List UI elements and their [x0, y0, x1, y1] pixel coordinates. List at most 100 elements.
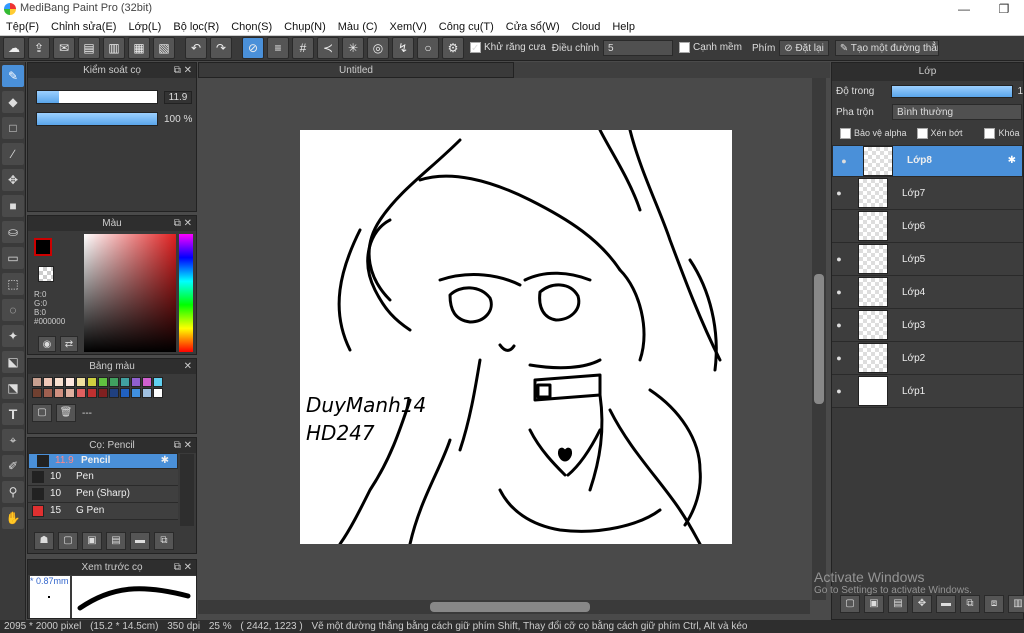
- visibility-icon[interactable]: ●: [832, 320, 846, 330]
- palette-swatch[interactable]: [76, 388, 86, 398]
- new-layer-icon[interactable]: ▢: [840, 595, 860, 613]
- comment-icon[interactable]: ▤: [78, 37, 100, 59]
- menu-view[interactable]: Xem(V): [383, 18, 432, 36]
- trash-icon[interactable]: 🗑: [56, 404, 76, 422]
- add-brush-icon[interactable]: ▣: [82, 532, 102, 550]
- color-wheel-icon[interactable]: ◉: [38, 336, 56, 352]
- palette-swatch[interactable]: [76, 377, 86, 387]
- vertical-scroll-thumb[interactable]: [814, 274, 824, 404]
- grid-list-icon[interactable]: ▦: [128, 37, 150, 59]
- brush-opacity-slider[interactable]: [36, 112, 158, 126]
- lasso-tool-icon[interactable]: ◌: [2, 299, 24, 321]
- color-swap-icon[interactable]: ⇄: [60, 336, 78, 352]
- palette-swatch[interactable]: [109, 377, 119, 387]
- operation-tool-icon[interactable]: ⌖: [2, 429, 24, 451]
- folder-icon[interactable]: ▬: [130, 532, 150, 550]
- brush-tool-icon[interactable]: ✎: [2, 65, 24, 87]
- layer-trash-icon[interactable]: ▥: [1008, 595, 1024, 613]
- cloud-icon[interactable]: ☁: [3, 37, 25, 59]
- rectangle-tool-icon[interactable]: □: [2, 117, 24, 139]
- palette-swatch[interactable]: [131, 388, 141, 398]
- menu-snap[interactable]: Chụp(N): [278, 18, 332, 36]
- panel-close-icon[interactable]: ⧉ ✕: [174, 560, 192, 575]
- menu-window[interactable]: Cửa sổ(W): [500, 18, 566, 36]
- menu-cloud[interactable]: Cloud: [566, 18, 607, 36]
- layer-row[interactable]: ● Lớp8 ✱: [832, 145, 1023, 178]
- select-pen-tool-icon[interactable]: ⬕: [2, 351, 24, 373]
- layer-row[interactable]: ● Lớp1: [832, 375, 1023, 409]
- palette-swatch[interactable]: [120, 388, 130, 398]
- brush-size-slider[interactable]: [36, 90, 158, 104]
- upload-icon[interactable]: ⇪: [28, 37, 50, 59]
- menu-help[interactable]: Help: [606, 18, 641, 36]
- text-tool-icon[interactable]: T: [2, 403, 24, 425]
- reset-button[interactable]: ⊘ Đặt lại: [779, 40, 829, 56]
- palette-swatch[interactable]: [32, 377, 42, 387]
- layer-row[interactable]: Lớp6: [832, 210, 1023, 244]
- antialias-checkbox[interactable]: ✓ Khử răng cưa: [470, 42, 546, 54]
- brush-list-scrollbar[interactable]: [180, 454, 194, 526]
- visibility-icon[interactable]: ●: [832, 386, 846, 396]
- secondary-color-swatch[interactable]: [38, 266, 54, 282]
- layer-row[interactable]: ● Lớp7: [832, 177, 1023, 211]
- visibility-icon[interactable]: ●: [832, 254, 846, 264]
- palette-swatch[interactable]: [32, 388, 42, 398]
- fill-shape-tool-icon[interactable]: ■: [2, 195, 24, 217]
- brush-item-g-pen[interactable]: 15 G Pen: [28, 503, 178, 520]
- eraser-tool-icon[interactable]: ◆: [2, 91, 24, 113]
- select-tool-icon[interactable]: ⬚: [2, 273, 24, 295]
- duplicate-layer-icon[interactable]: ⧈: [984, 595, 1004, 613]
- palette-swatch[interactable]: [142, 377, 152, 387]
- new-brush-icon[interactable]: ▢: [58, 532, 78, 550]
- merge-layer-icon[interactable]: ⧉: [960, 595, 980, 613]
- menu-layer[interactable]: Lớp(L): [122, 18, 167, 36]
- select-eraser-tool-icon[interactable]: ⬔: [2, 377, 24, 399]
- palette-swatch[interactable]: [65, 388, 75, 398]
- hand-tool-icon[interactable]: ✋: [2, 507, 24, 529]
- layer-row[interactable]: ● Lớp4: [832, 276, 1023, 310]
- brush-item-pen-sharp[interactable]: 10 Pen (Sharp): [28, 486, 178, 503]
- panel-close-icon[interactable]: ⧉ ✕: [174, 438, 192, 453]
- vertical-scrollbar[interactable]: [812, 78, 826, 600]
- palette-swatch[interactable]: [153, 377, 163, 387]
- palette-swatch[interactable]: [98, 377, 108, 387]
- palette-swatch[interactable]: [54, 388, 64, 398]
- curve-snap-icon[interactable]: ↯: [392, 37, 414, 59]
- palette-swatch[interactable]: [54, 377, 64, 387]
- undo-icon[interactable]: ↶: [185, 37, 207, 59]
- menu-edit[interactable]: Chỉnh sửa(E): [45, 18, 122, 36]
- snap-settings-icon[interactable]: ⚙: [442, 37, 464, 59]
- protect-alpha-checkbox[interactable]: Bảo vệ alpha: [840, 128, 907, 140]
- new-palette-icon[interactable]: ▢: [32, 404, 52, 422]
- palette-swatch[interactable]: [109, 388, 119, 398]
- copy-layer-icon[interactable]: ▣: [864, 595, 884, 613]
- line-button[interactable]: ✎ Tạo một đường thẳng: [834, 40, 939, 56]
- circle-snap-icon[interactable]: ◎: [367, 37, 389, 59]
- palette-swatch[interactable]: [142, 388, 152, 398]
- menu-color[interactable]: Màu (C): [332, 18, 384, 36]
- perspective-snap-icon[interactable]: ≺: [317, 37, 339, 59]
- brush-copy-icon[interactable]: ▤: [106, 532, 126, 550]
- brush-item-pencil[interactable]: 11.9 Pencil ✱: [28, 453, 178, 469]
- document-icon[interactable]: ▥: [103, 37, 125, 59]
- menu-select[interactable]: Chọn(S): [225, 18, 278, 36]
- panel-close-icon[interactable]: ✕: [184, 359, 192, 374]
- magic-wand-tool-icon[interactable]: ✦: [2, 325, 24, 347]
- primary-color-swatch[interactable]: [34, 238, 52, 256]
- visibility-icon[interactable]: ●: [832, 188, 846, 198]
- edge-checkbox[interactable]: Cạnh mềm: [679, 42, 742, 54]
- color-picker-square[interactable]: [84, 234, 176, 352]
- menu-filter[interactable]: Bộ lọc(R): [167, 18, 225, 36]
- layout-icon[interactable]: ▧: [153, 37, 175, 59]
- clipping-checkbox[interactable]: Xén bớt: [916, 128, 962, 140]
- horizontal-scrollbar[interactable]: [198, 600, 810, 614]
- palette-swatch[interactable]: [87, 377, 97, 387]
- layer-opacity-slider[interactable]: [891, 85, 1014, 98]
- parallel-snap-icon[interactable]: ≡: [267, 37, 289, 59]
- panel-close-icon[interactable]: ⧉ ✕: [174, 216, 192, 231]
- chat-icon[interactable]: ✉: [53, 37, 75, 59]
- brush-settings-icon[interactable]: ☗: [34, 532, 54, 550]
- palette-swatch[interactable]: [43, 388, 53, 398]
- layer-folder-icon[interactable]: ▬: [936, 595, 956, 613]
- hue-slider[interactable]: [179, 234, 193, 352]
